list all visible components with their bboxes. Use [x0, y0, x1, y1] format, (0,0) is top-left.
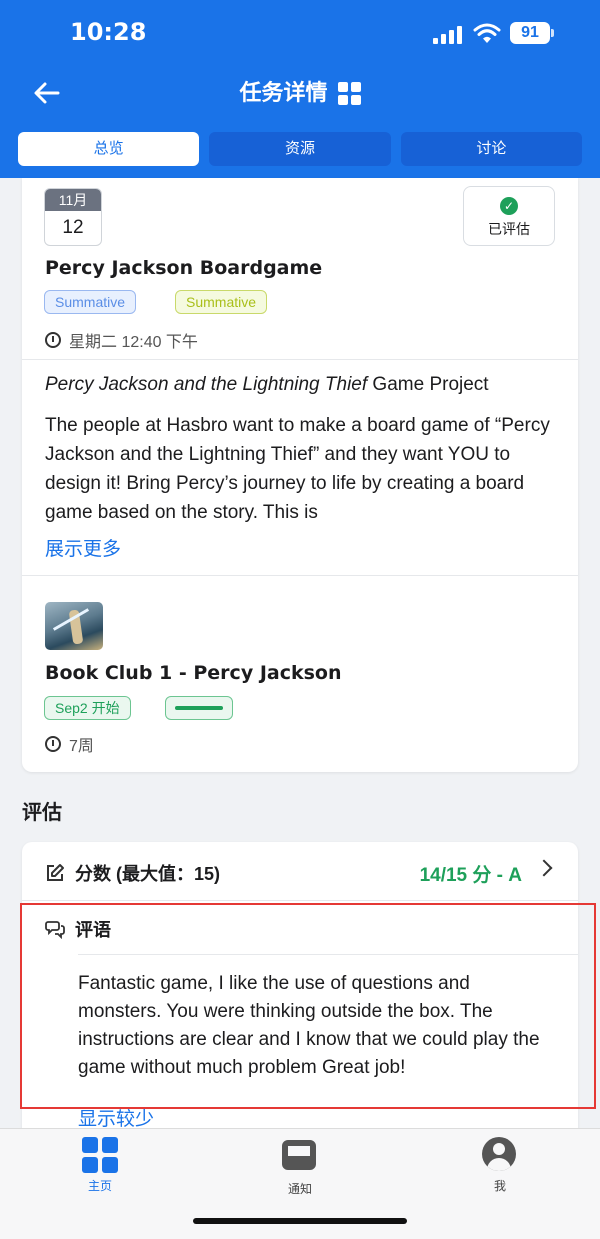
- tabbar-notifications-label: 通知: [287, 1182, 312, 1196]
- tab-discussion[interactable]: 讨论: [400, 132, 582, 166]
- show-less-link[interactable]: 显示较少: [78, 1104, 154, 1131]
- assignment-card: 11月 12 ✓ 已评估 Percy Jackson Boardgame Sum…: [22, 178, 578, 772]
- tab-resources[interactable]: 资源: [209, 132, 391, 166]
- comment-header: 评语: [45, 916, 111, 942]
- tag-summative-blue: Summative: [44, 290, 137, 314]
- tabbar-home-label: 主页: [87, 1179, 112, 1193]
- assignment-description: Percy Jackson and the Lightning Thief Ga…: [45, 370, 557, 527]
- inbox-tray-icon: [282, 1140, 318, 1176]
- comment-label: 评语: [75, 920, 111, 940]
- show-more-link[interactable]: 展示更多: [45, 534, 121, 561]
- cellular-signal-icon: [433, 24, 463, 44]
- unit-progress-fill: [175, 706, 223, 710]
- grid-menu-icon[interactable]: [337, 81, 361, 105]
- tabbar-home[interactable]: 主页: [40, 1137, 160, 1194]
- unit-duration-row: 7周: [45, 732, 94, 756]
- assignment-title: Percy Jackson Boardgame: [45, 257, 323, 279]
- assessment-card: 分数 (最大值：15) 14/15 分 - A 评语 Fantastic gam…: [22, 842, 578, 1142]
- description-text: The people at Hasbro want to make a boar…: [45, 415, 550, 523]
- calendar-day: 12: [62, 217, 84, 238]
- unit-start-tag: Sep2 开始: [44, 696, 131, 720]
- clock-icon: [45, 736, 61, 752]
- profile-avatar-icon: [482, 1137, 518, 1173]
- battery-indicator: 91: [510, 22, 554, 44]
- unit-title[interactable]: Book Club 1 - Percy Jackson: [45, 662, 342, 684]
- unit-progress-bar: [165, 696, 233, 720]
- tabbar-profile[interactable]: 我: [440, 1137, 560, 1194]
- edit-pencil-icon: [47, 864, 64, 881]
- tabbar-profile-label: 我: [493, 1179, 506, 1193]
- calendar-month: 11月: [45, 189, 101, 211]
- score-value: 14/15 分 - A: [419, 865, 522, 886]
- score-label: 分数 (最大值：15): [75, 864, 221, 884]
- page-title: 任务详情: [239, 80, 328, 105]
- due-time: 星期二 12:40 下午: [69, 334, 198, 351]
- score-label-row: 分数 (最大值：15): [45, 860, 220, 886]
- graded-label: 已评估: [488, 221, 530, 237]
- clock-icon: [45, 332, 61, 348]
- segmented-tabs: 总览 资源 讨论: [18, 132, 582, 166]
- divider: [22, 359, 578, 360]
- status-time: 10:28: [70, 18, 147, 46]
- due-date-calendar: 11月 12: [44, 188, 102, 246]
- status-bar: 10:28 91: [0, 0, 600, 70]
- due-time-row: 星期二 12:40 下午: [45, 328, 198, 352]
- app-header: 10:28 91 任务详情 总览 资源 讨论: [0, 0, 600, 178]
- chevron-right-icon[interactable]: [535, 859, 553, 877]
- comment-text: Fantastic game, I like the use of questi…: [78, 973, 540, 1078]
- tabbar-notifications[interactable]: 通知: [240, 1137, 360, 1197]
- graded-status-badge: ✓ 已评估: [463, 186, 555, 246]
- tab-overview[interactable]: 总览: [18, 132, 200, 166]
- score-row[interactable]: 分数 (最大值：15) 14/15 分 - A: [22, 842, 578, 900]
- divider: [22, 575, 578, 576]
- home-indicator: [193, 1218, 407, 1224]
- assessment-section-title: 评估: [22, 802, 62, 824]
- tag-summative-yellow: Summative: [175, 290, 268, 314]
- home-grid-icon: [82, 1137, 118, 1173]
- check-circle-icon: ✓: [500, 197, 518, 215]
- unit-thumbnail-image[interactable]: [45, 602, 103, 650]
- comment-bubbles-icon: [45, 921, 65, 939]
- project-title: Percy Jackson and the Lightning Thief Ga…: [45, 374, 489, 395]
- unit-duration: 7周: [69, 738, 94, 755]
- divider: [78, 954, 578, 955]
- divider: [22, 900, 578, 901]
- wifi-icon: [473, 23, 501, 43]
- page-title-row: 任务详情: [0, 78, 600, 108]
